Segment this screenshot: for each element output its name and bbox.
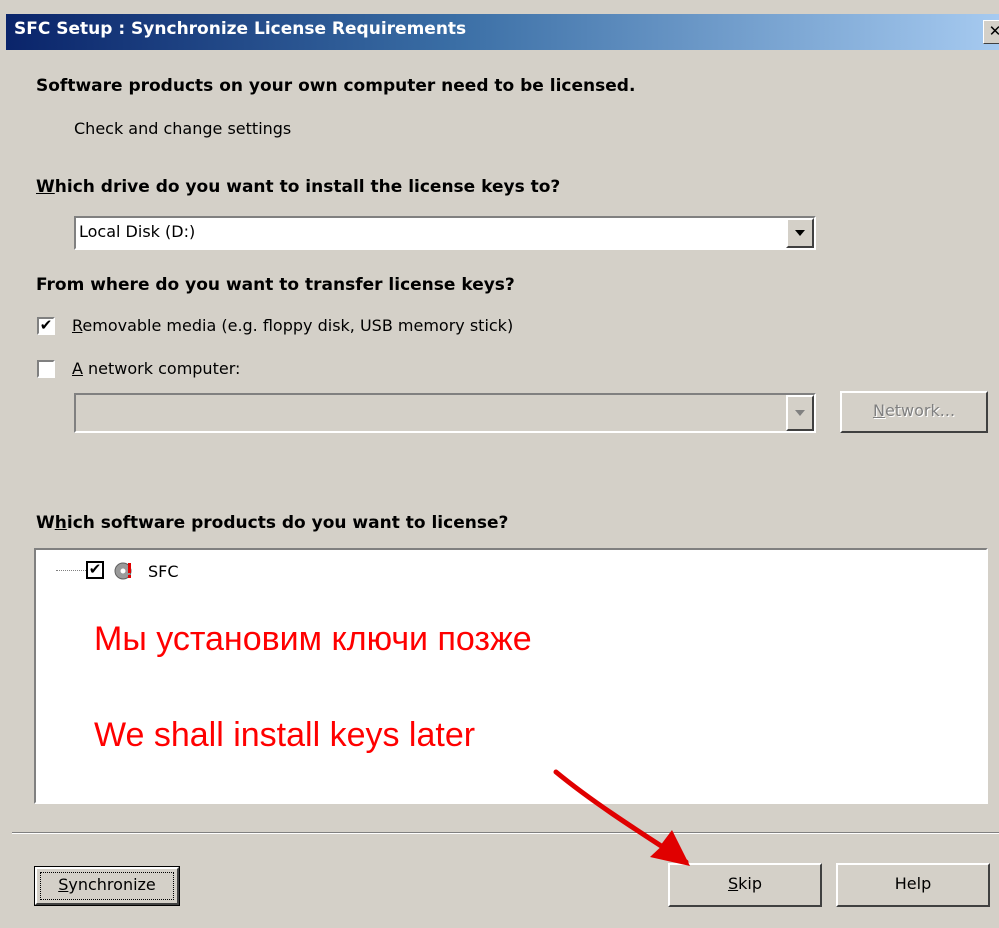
setup-dialog: SFC Setup : Synchronize License Requirem… [0,0,999,928]
red-arrow-icon [553,769,690,866]
